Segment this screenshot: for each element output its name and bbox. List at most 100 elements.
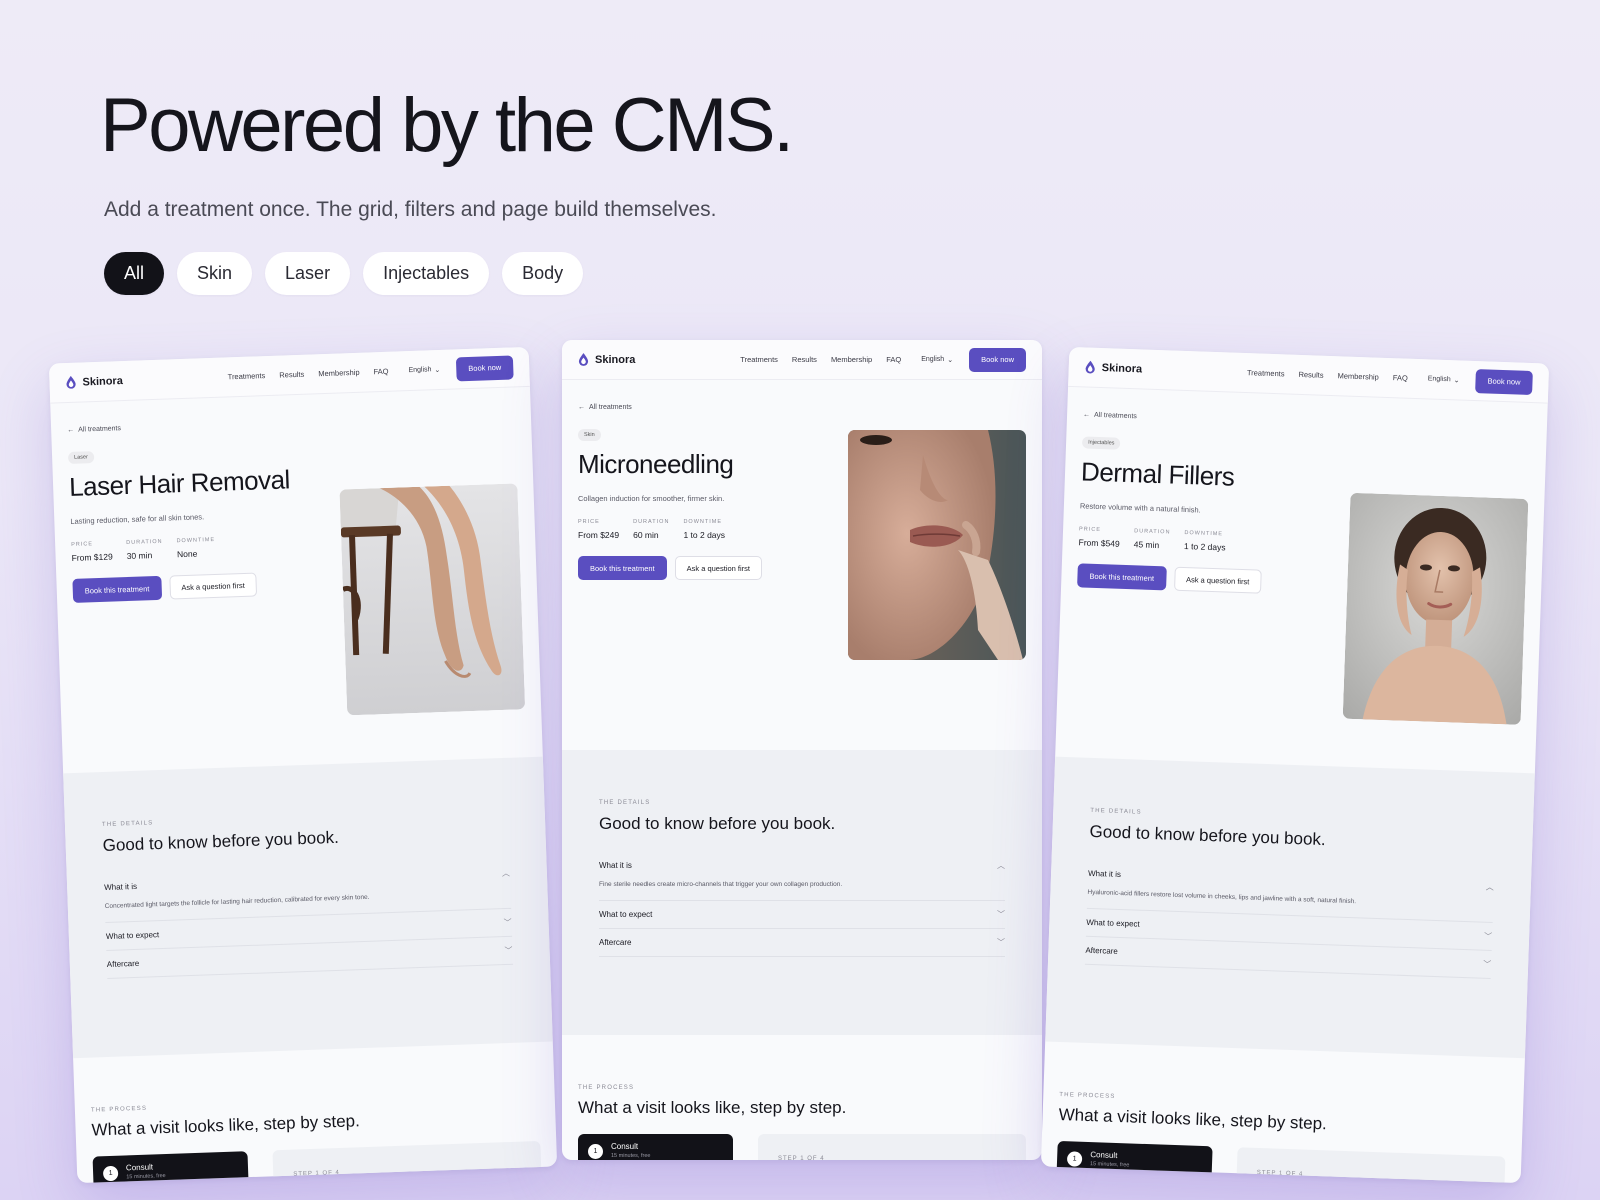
process-title: What a visit looks like, step by step. (578, 1098, 847, 1117)
meta-label: DOWNTIME (683, 519, 722, 525)
accordion-heading: What it is (1087, 868, 1122, 879)
book-treatment-button[interactable]: Book this treatment (72, 575, 162, 603)
nav-faq[interactable]: FAQ (373, 367, 388, 377)
woman-portrait-photo (1342, 492, 1529, 725)
back-label: All treatments (78, 425, 122, 434)
language-select[interactable]: English ⌄ (1428, 375, 1460, 384)
filter-body[interactable]: Body (502, 252, 584, 295)
nav-treatments[interactable]: Treatments (740, 355, 778, 364)
ask-question-button[interactable]: Ask a question first (168, 572, 258, 600)
page-title: Powered by the CMS. (100, 83, 794, 168)
language-select[interactable]: English ⌄ (408, 365, 440, 374)
category-filters: All Skin Laser Injectables Body (104, 252, 584, 295)
meta-label: DURATION (633, 519, 670, 525)
step-name: Consult (125, 1162, 154, 1173)
nav-treatments[interactable]: Treatments (228, 371, 266, 381)
filter-injectables[interactable]: Injectables (363, 252, 490, 295)
accordion-heading: What it is (103, 881, 138, 893)
filter-skin[interactable]: Skin (177, 252, 253, 295)
accordion-heading: What it is (599, 861, 632, 870)
accordion-item[interactable]: What it is ︿ Fine sterile needles create … (599, 852, 1005, 901)
language-label: English (1427, 375, 1451, 384)
meta-value: From $129 (71, 551, 113, 563)
filter-all[interactable]: All (104, 252, 165, 295)
step-note: 15 minutes, free (1089, 1161, 1130, 1169)
process-eyebrow: THE PROCESS (578, 1085, 635, 1091)
nav-membership[interactable]: Membership (831, 355, 872, 364)
nav-membership[interactable]: Membership (1337, 371, 1379, 381)
brand-logo[interactable]: Skinora (65, 374, 123, 389)
chevron-up-icon: ︿ (997, 861, 1005, 870)
accordion: What it is ︿ Hyaluronic-acid fillers rest… (1084, 859, 1495, 979)
step-card-active[interactable]: 1 Consult 15 minutes, free (92, 1151, 249, 1184)
step-card[interactable]: STEP 1 OF 4 (758, 1134, 1026, 1160)
treatment-card-laser: Skinora Treatments Results Membership FA… (48, 346, 558, 1184)
meta-label: DOWNTIME (1184, 530, 1224, 538)
book-treatment-button[interactable]: Book this treatment (578, 556, 667, 580)
language-select[interactable]: English ⌄ (921, 356, 953, 364)
back-link[interactable]: ← All treatments (1083, 411, 1531, 434)
accordion-body: Fine sterile needles create micro-channe… (599, 881, 843, 888)
chevron-down-icon: ﹀ (997, 910, 1005, 919)
nav-results[interactable]: Results (279, 370, 304, 380)
site-nav: Skinora Treatments Results Membership FA… (562, 340, 1042, 380)
book-now-button[interactable]: Book now (969, 347, 1026, 372)
meta-value: None (176, 548, 198, 560)
chevron-up-icon: ︿ (501, 868, 511, 879)
brand-name: Skinora (1101, 361, 1143, 375)
brand-logo[interactable]: Skinora (578, 353, 635, 366)
book-treatment-button[interactable]: Book this treatment (1077, 563, 1167, 591)
details-title: Good to know before you book. (102, 827, 340, 856)
brand-name: Skinora (595, 353, 636, 366)
meta-label: DURATION (126, 538, 163, 547)
drop-icon (578, 353, 589, 366)
chevron-down-icon: ⌄ (434, 366, 441, 374)
nav-results[interactable]: Results (1298, 370, 1323, 380)
language-label: English (921, 356, 945, 363)
step-card-active[interactable]: 1 Consult 15 minutes, free (578, 1134, 733, 1160)
chevron-down-icon: ⌄ (947, 356, 954, 364)
brand-logo[interactable]: Skinora (1085, 360, 1143, 375)
filter-laser[interactable]: Laser (265, 252, 351, 295)
meta-label: PRICE (71, 541, 94, 548)
category-tag: Injectables (1081, 436, 1121, 450)
accordion-item[interactable]: Aftercare ﹀ (599, 929, 1005, 957)
ask-question-button[interactable]: Ask a question first (674, 556, 762, 580)
accordion-heading: What to expect (1086, 917, 1140, 929)
accordion-item[interactable]: What to expect ﹀ (599, 901, 1005, 929)
step-number: 1 (1066, 1151, 1083, 1167)
back-link[interactable]: ← All treatments (67, 411, 515, 434)
arrow-left-icon: ← (67, 426, 75, 435)
nav-membership[interactable]: Membership (318, 368, 360, 378)
details-section: THE DETAILS Good to know before you book… (1045, 756, 1535, 1059)
chevron-down-icon: ﹀ (1483, 931, 1493, 941)
step-note: 15 minutes, free (126, 1173, 166, 1181)
meta-value: 30 min (126, 550, 153, 562)
details-section: THE DETAILS Good to know before you book… (562, 750, 1042, 1035)
back-label: All treatments (1093, 411, 1137, 421)
nav-faq[interactable]: FAQ (1393, 373, 1408, 383)
step-number: 1 (588, 1144, 603, 1159)
drop-icon (1085, 360, 1095, 374)
treatment-card-microneedling: Skinora Treatments Results Membership FA… (562, 340, 1042, 1160)
nav-treatments[interactable]: Treatments (1247, 368, 1285, 378)
back-label: All treatments (589, 404, 632, 411)
book-now-button[interactable]: Book now (1475, 368, 1533, 395)
chevron-up-icon: ︿ (1485, 882, 1495, 893)
book-now-button[interactable]: Book now (455, 354, 514, 381)
nav-results[interactable]: Results (792, 355, 817, 364)
step-card[interactable]: STEP 1 OF 4 (272, 1140, 542, 1184)
nav-faq[interactable]: FAQ (886, 355, 901, 364)
meta-value: From $249 (578, 530, 620, 540)
ask-question-button[interactable]: Ask a question first (1173, 566, 1262, 594)
step-card[interactable]: STEP 1 OF 4 (1236, 1147, 1506, 1184)
meta-value: 1 to 2 days (1183, 540, 1226, 553)
back-link[interactable]: ← All treatments (578, 404, 1026, 411)
accordion-body: Hyaluronic-acid fillers restore lost vol… (1087, 888, 1357, 906)
step-card-active[interactable]: 1 Consult 15 minutes, free (1056, 1140, 1213, 1184)
legs-on-chair-photo (339, 483, 526, 716)
drop-icon (66, 375, 76, 389)
chevron-down-icon: ﹀ (504, 945, 513, 956)
accordion-body: Concentrated light targets the follicle … (104, 893, 370, 911)
process-section: THE PROCESS What a visit looks like, ste… (562, 1035, 1042, 1160)
